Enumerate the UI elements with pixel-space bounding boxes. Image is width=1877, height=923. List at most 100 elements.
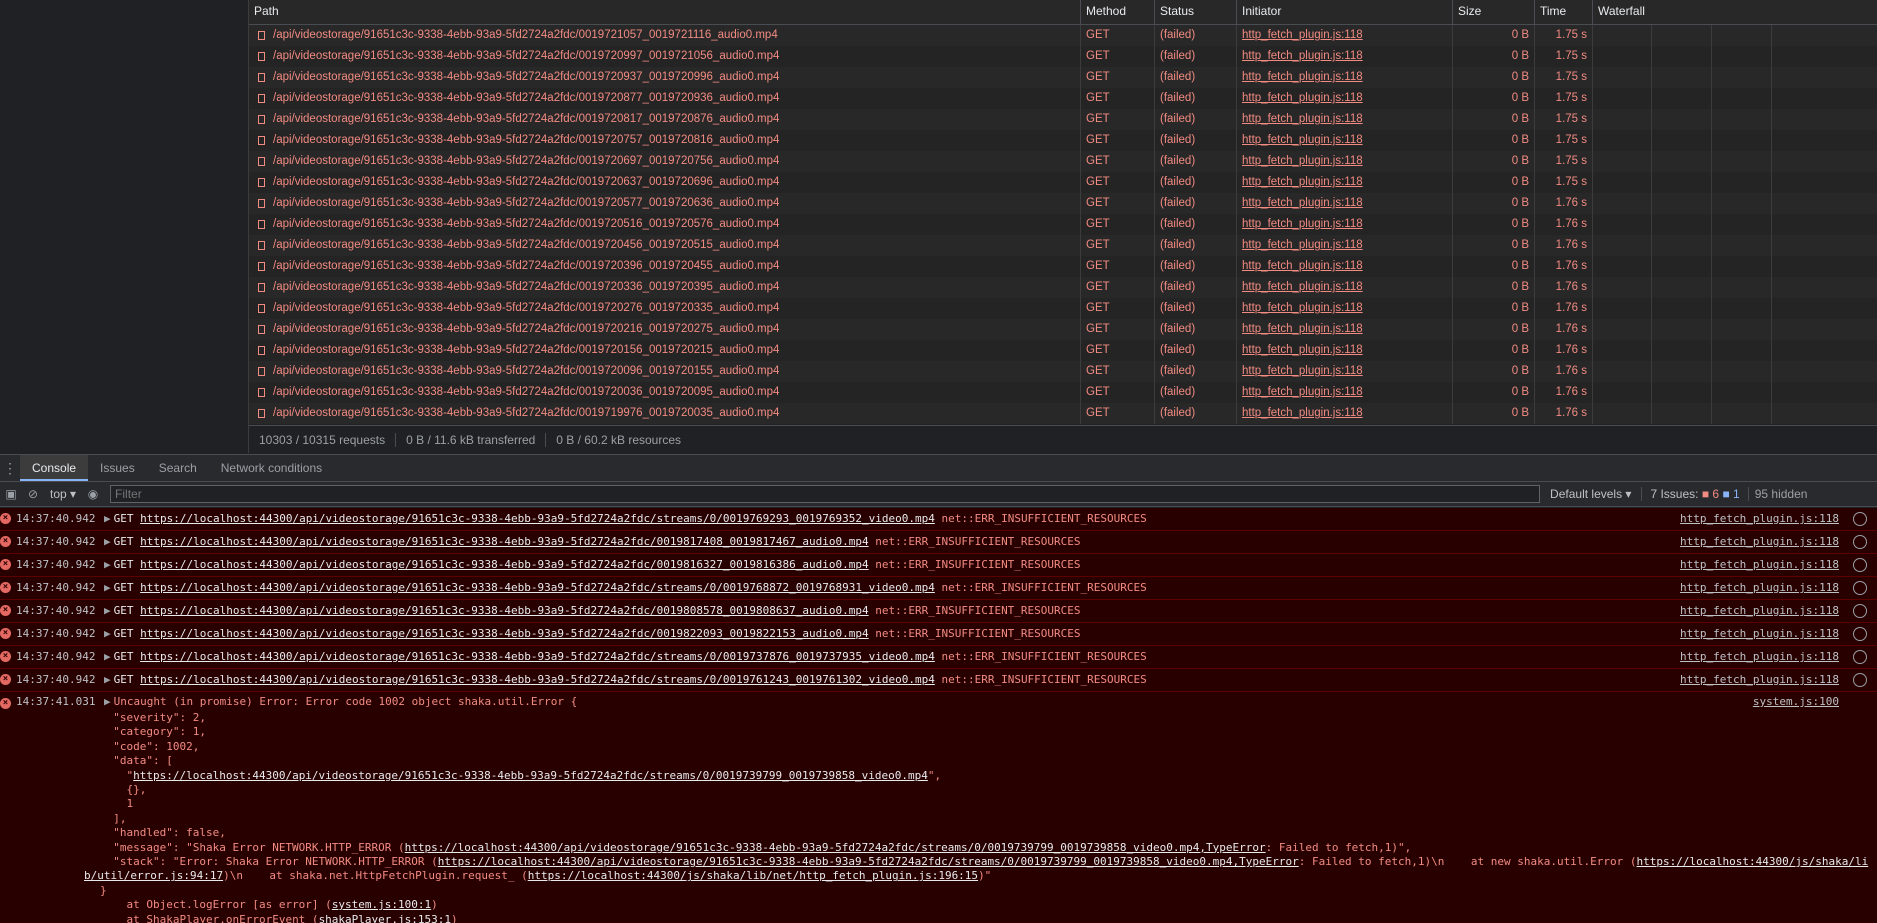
console-filter-input[interactable]: [110, 485, 1541, 503]
table-row[interactable]: /api/videostorage/91651c3c-9338-4ebb-93a…: [249, 403, 1877, 424]
initiator-link[interactable]: http_fetch_plugin.js:118: [1242, 302, 1363, 314]
sidebar-toggle-icon[interactable]: ▣: [0, 487, 22, 501]
error-source-link[interactable]: system.js:100: [1753, 695, 1839, 708]
expand-triangle-icon[interactable]: ▶: [104, 581, 111, 594]
expand-triangle-icon[interactable]: ▶: [104, 627, 111, 640]
initiator-link[interactable]: http_fetch_plugin.js:118: [1242, 344, 1363, 356]
request-url-link[interactable]: https://localhost:44300/api/videostorage…: [140, 558, 868, 571]
console-error-message[interactable]: × 14:37:40.942 ▶ GET https://localhost:4430…: [0, 669, 1877, 692]
request-url-link[interactable]: https://localhost:44300/api/videostorage…: [140, 627, 868, 640]
table-row[interactable]: /api/videostorage/91651c3c-9338-4ebb-93a…: [249, 235, 1877, 256]
request-url-link[interactable]: https://localhost:44300/api/videostorage…: [140, 535, 868, 548]
initiator-link[interactable]: http_fetch_plugin.js:118: [1242, 365, 1363, 377]
console-error-message[interactable]: × 14:37:40.942 ▶ GET https://localhost:4430…: [0, 646, 1877, 669]
network-request-icon[interactable]: [1853, 650, 1867, 664]
expand-triangle-icon[interactable]: ▶: [104, 535, 111, 548]
column-header-size[interactable]: Size: [1453, 0, 1535, 24]
tab-network-conditions[interactable]: Network conditions: [209, 455, 334, 481]
tab-console[interactable]: Console: [20, 455, 89, 481]
expand-triangle-icon[interactable]: ▶: [104, 512, 111, 525]
table-row[interactable]: /api/videostorage/91651c3c-9338-4ebb-93a…: [249, 361, 1877, 382]
table-row[interactable]: /api/videostorage/91651c3c-9338-4ebb-93a…: [249, 277, 1877, 298]
stack-error-js-link[interactable]: https://localhost:44300/js/shaka/li: [1636, 855, 1868, 868]
column-header-status[interactable]: Status: [1155, 0, 1237, 24]
message-source-link[interactable]: http_fetch_plugin.js:118: [1680, 508, 1839, 530]
console-error-message[interactable]: × 14:37:40.942 ▶ GET https://localhost:4430…: [0, 623, 1877, 646]
expand-triangle-icon[interactable]: ▶: [104, 673, 111, 686]
message-source-link[interactable]: http_fetch_plugin.js:118: [1680, 577, 1839, 599]
initiator-link[interactable]: http_fetch_plugin.js:118: [1242, 260, 1363, 272]
column-header-waterfall[interactable]: Waterfall: [1593, 0, 1877, 24]
column-header-time[interactable]: Time: [1535, 0, 1593, 24]
table-row[interactable]: /api/videostorage/91651c3c-9338-4ebb-93a…: [249, 298, 1877, 319]
message-url-link[interactable]: https://localhost:44300/api/videostorage…: [405, 841, 1266, 854]
column-header-initiator[interactable]: Initiator: [1237, 0, 1453, 24]
log-levels-dropdown[interactable]: Default levels ▾: [1540, 487, 1641, 501]
table-row[interactable]: /api/videostorage/91651c3c-9338-4ebb-93a…: [249, 340, 1877, 361]
request-url-link[interactable]: https://localhost:44300/api/videostorage…: [140, 512, 935, 525]
live-expression-eye-icon[interactable]: ◉: [82, 487, 104, 501]
initiator-link[interactable]: http_fetch_plugin.js:118: [1242, 386, 1363, 398]
initiator-link[interactable]: http_fetch_plugin.js:118: [1242, 281, 1363, 293]
clear-console-icon[interactable]: ⊘: [22, 487, 44, 501]
stack-error-js-link-cont[interactable]: b/util/error.js:94:17: [84, 869, 223, 882]
table-row[interactable]: /api/videostorage/91651c3c-9338-4ebb-93a…: [249, 172, 1877, 193]
network-request-icon[interactable]: [1853, 604, 1867, 618]
network-request-icon[interactable]: [1853, 558, 1867, 572]
table-row[interactable]: /api/videostorage/91651c3c-9338-4ebb-93a…: [249, 319, 1877, 340]
network-request-icon[interactable]: [1853, 581, 1867, 595]
expand-triangle-icon[interactable]: ▶: [104, 604, 111, 617]
expand-triangle-icon[interactable]: ▶: [104, 558, 111, 571]
column-header-method[interactable]: Method: [1081, 0, 1155, 24]
message-source-link[interactable]: http_fetch_plugin.js:118: [1680, 669, 1839, 691]
column-header-path[interactable]: Path: [249, 0, 1081, 24]
tab-issues[interactable]: Issues: [88, 455, 147, 481]
message-source-link[interactable]: http_fetch_plugin.js:118: [1680, 646, 1839, 668]
table-row[interactable]: /api/videostorage/91651c3c-9338-4ebb-93a…: [249, 256, 1877, 277]
console-error-message[interactable]: × 14:37:40.942 ▶ GET https://localhost:4430…: [0, 531, 1877, 554]
initiator-link[interactable]: http_fetch_plugin.js:118: [1242, 218, 1363, 230]
initiator-link[interactable]: http_fetch_plugin.js:118: [1242, 155, 1363, 167]
trace-2-link[interactable]: shakaPlayer.js:153:1: [319, 913, 451, 923]
request-url-link[interactable]: https://localhost:44300/api/videostorage…: [140, 581, 935, 594]
console-error-message[interactable]: × 14:37:40.942 ▶ GET https://localhost:4430…: [0, 508, 1877, 531]
network-request-icon[interactable]: [1853, 535, 1867, 549]
console-error-message[interactable]: × 14:37:40.942 ▶ GET https://localhost:4430…: [0, 600, 1877, 623]
initiator-link[interactable]: http_fetch_plugin.js:118: [1242, 407, 1363, 419]
trace-1-link[interactable]: system.js:100:1: [332, 898, 431, 911]
initiator-link[interactable]: http_fetch_plugin.js:118: [1242, 176, 1363, 188]
request-url-link[interactable]: https://localhost:44300/api/videostorage…: [140, 673, 935, 686]
tab-search[interactable]: Search: [147, 455, 209, 481]
error-head[interactable]: ▶ Uncaught (in promise) Error: Error code…: [104, 695, 577, 708]
stack-fetch-plugin-link[interactable]: https://localhost:44300/js/shaka/lib/net…: [528, 869, 978, 882]
table-row[interactable]: /api/videostorage/91651c3c-9338-4ebb-93a…: [249, 151, 1877, 172]
console-error-message[interactable]: × 14:37:40.942 ▶ GET https://localhost:4430…: [0, 577, 1877, 600]
console-error-message[interactable]: × 14:37:40.942 ▶ GET https://localhost:4430…: [0, 554, 1877, 577]
initiator-link[interactable]: http_fetch_plugin.js:118: [1242, 92, 1363, 104]
initiator-link[interactable]: http_fetch_plugin.js:118: [1242, 29, 1363, 41]
table-row[interactable]: /api/videostorage/91651c3c-9338-4ebb-93a…: [249, 193, 1877, 214]
context-selector[interactable]: top ▾: [44, 487, 82, 501]
network-request-icon[interactable]: [1853, 512, 1867, 526]
table-row[interactable]: /api/videostorage/91651c3c-9338-4ebb-93a…: [249, 46, 1877, 67]
expand-triangle-icon[interactable]: ▶: [104, 695, 111, 708]
network-request-icon[interactable]: [1853, 627, 1867, 641]
initiator-link[interactable]: http_fetch_plugin.js:118: [1242, 113, 1363, 125]
initiator-link[interactable]: http_fetch_plugin.js:118: [1242, 197, 1363, 209]
message-source-link[interactable]: http_fetch_plugin.js:118: [1680, 554, 1839, 576]
issues-counter[interactable]: 7 Issues: ■ 6 ■ 1: [1641, 487, 1749, 501]
message-source-link[interactable]: http_fetch_plugin.js:118: [1680, 600, 1839, 622]
message-source-link[interactable]: http_fetch_plugin.js:118: [1680, 623, 1839, 645]
expand-triangle-icon[interactable]: ▶: [104, 650, 111, 663]
table-row[interactable]: /api/videostorage/91651c3c-9338-4ebb-93a…: [249, 109, 1877, 130]
message-source-link[interactable]: http_fetch_plugin.js:118: [1680, 531, 1839, 553]
drawer-menu-icon[interactable]: ⋮: [0, 460, 20, 477]
table-row[interactable]: /api/videostorage/91651c3c-9338-4ebb-93a…: [249, 25, 1877, 46]
initiator-link[interactable]: http_fetch_plugin.js:118: [1242, 323, 1363, 335]
network-request-icon[interactable]: [1853, 673, 1867, 687]
request-url-link[interactable]: https://localhost:44300/api/videostorage…: [140, 604, 868, 617]
table-row[interactable]: /api/videostorage/91651c3c-9338-4ebb-93a…: [249, 214, 1877, 235]
initiator-link[interactable]: http_fetch_plugin.js:118: [1242, 239, 1363, 251]
data-url-link[interactable]: https://localhost:44300/api/videostorage…: [133, 769, 928, 782]
table-row[interactable]: /api/videostorage/91651c3c-9338-4ebb-93a…: [249, 382, 1877, 403]
